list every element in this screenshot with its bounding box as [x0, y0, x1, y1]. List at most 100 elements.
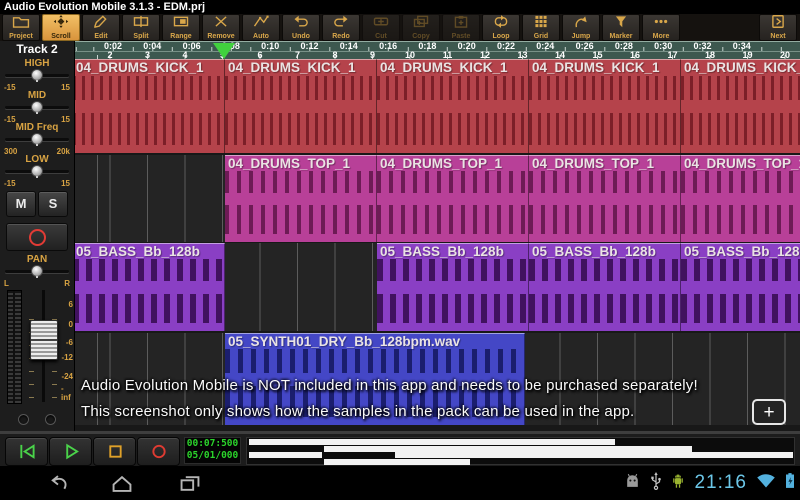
recents-button[interactable] [176, 474, 204, 493]
fader-scale: 60-6-12-24-inf [61, 288, 74, 404]
clip-label: 05_BASS_Bb_128b [76, 244, 200, 259]
home-button[interactable] [108, 474, 136, 493]
toolbar-button-marker[interactable]: Marker [602, 14, 640, 41]
ruler-time-label: 0:18 [418, 42, 436, 51]
toolbar-button-range[interactable]: Range [162, 14, 200, 41]
ruler-time-label: 0:20 [458, 42, 476, 51]
overview-segment-bass [395, 452, 793, 458]
disclaimer-line-2: This screenshot only shows how the sampl… [81, 403, 634, 420]
clip-label: 05_BASS_Bb_128b [684, 244, 800, 259]
stop-button[interactable] [93, 437, 136, 466]
panel-indicators [0, 414, 74, 425]
play-button[interactable] [49, 437, 92, 466]
audio-clip-drums-kick[interactable]: 04_DRUMS_KICK_1 [529, 59, 681, 153]
fader-handle[interactable] [30, 320, 58, 360]
marker-icon [612, 15, 630, 33]
waveform [225, 205, 376, 234]
copy-icon [412, 15, 430, 33]
play-from-start-button[interactable] [5, 437, 48, 466]
eq-slider-low: LOW-1515 [0, 154, 74, 186]
playhead-marker[interactable] [213, 43, 235, 59]
waveform [75, 294, 224, 324]
paste-icon [452, 15, 470, 33]
audio-clip-drums-kick[interactable]: 04_DRUMS_KICK_1 [75, 59, 225, 153]
track-row-drums-top: 04_DRUMS_TOP_1 04_DRUMS_TOP_1 04_DRUMS_TOP… [75, 155, 800, 242]
volume-fader[interactable] [27, 288, 59, 404]
toolbar-button-paste: Paste [442, 14, 480, 41]
title-bar: Audio Evolution Mobile 3.1.3 - EDM.prj [0, 0, 800, 14]
time-display-clock: 00:07:500 [185, 438, 240, 450]
eq-slider-mid-freq: MID Freq30020k [0, 122, 74, 154]
toolbar-button-next[interactable]: Next [759, 14, 797, 41]
audio-clip-bass[interactable]: 05_BASS_Bb_128b [377, 243, 529, 331]
record-button[interactable] [137, 437, 180, 466]
audio-clip-drums-top[interactable]: 04_DRUMS_TOP_1 [377, 155, 529, 242]
track-arrange-area: 05_SYNTH01_DRY_Bb_128bpm.wav05_BASS_Bb_1… [75, 59, 800, 431]
audio-clip-drums-top[interactable]: 04_DRUMS_TOP_1 [529, 155, 681, 242]
waveform [75, 259, 224, 282]
audio-clip-drums-top[interactable]: 04_DRUMS_TOP_1 [681, 155, 800, 242]
toolbar-button-split[interactable]: Split [122, 14, 160, 41]
audio-clip-drums-kick[interactable]: 04_DRUMS_KICK_1 [225, 59, 377, 153]
ruler-time-label: 0:24 [536, 42, 554, 51]
arm-record-button[interactable] [6, 223, 68, 251]
ruler-time-label: 0:26 [576, 42, 594, 51]
audio-clip-drums-kick[interactable]: 04_DRUMS_KICK_1 [681, 59, 800, 153]
waveform [377, 76, 528, 100]
audio-clip-drums-top[interactable]: 04_DRUMS_TOP_1 [225, 155, 377, 242]
waveform [377, 259, 528, 282]
waveform [377, 113, 528, 145]
toolbar-button-auto[interactable]: Auto [242, 14, 280, 41]
waveform [529, 259, 680, 282]
audio-clip-drums-kick[interactable]: 04_DRUMS_KICK_1 [377, 59, 529, 153]
waveform [377, 205, 528, 234]
android-robot-icon [671, 472, 685, 494]
waveform [377, 294, 528, 324]
toolbar-button-redo[interactable]: Redo [322, 14, 360, 41]
toolbar-button-loop[interactable]: Loop [482, 14, 520, 41]
folder-icon [12, 15, 30, 33]
waveform [529, 113, 680, 145]
audio-clip-bass[interactable]: 05_BASS_Bb_128b [681, 243, 800, 331]
waveform [681, 171, 800, 193]
toolbar-button-more[interactable]: More [642, 14, 680, 41]
overview-segment-drums-top [324, 446, 692, 452]
arrangement-overview[interactable] [246, 437, 795, 465]
waveform [225, 113, 376, 145]
ruler-time-label: 0:16 [379, 42, 397, 51]
toolbar-button-scroll[interactable]: Scroll [42, 14, 80, 41]
waveform [529, 171, 680, 193]
disclaimer-line-1: Audio Evolution Mobile is NOT included i… [81, 377, 698, 394]
audio-clip-bass[interactable]: 05_BASS_Bb_128b [529, 243, 681, 331]
waveform [681, 113, 800, 145]
time-ruler[interactable]: 0:020:040:060:080:100:120:140:160:180:20… [75, 41, 800, 59]
waveform [377, 171, 528, 193]
toolbar-button-edit[interactable]: Edit [82, 14, 120, 41]
toolbar-button-remove[interactable]: Remove [202, 14, 240, 41]
add-button[interactable]: + [752, 399, 786, 425]
toolbar-button-project[interactable]: Project [2, 14, 40, 41]
toolbar-button-grid[interactable]: Grid [522, 14, 560, 41]
next-icon [769, 15, 787, 33]
clip-label: 04_DRUMS_TOP_1 [228, 156, 350, 171]
overview-segment-bass [249, 452, 322, 458]
clip-label: 04_DRUMS_TOP_1 [380, 156, 502, 171]
toolbar-button-undo[interactable]: Undo [282, 14, 320, 41]
toolbar-button-cut: Cut [362, 14, 400, 41]
auto-icon [252, 15, 270, 33]
back-button[interactable] [44, 474, 72, 493]
remove-icon [212, 15, 230, 33]
clip-label: 05_BASS_Bb_128b [532, 244, 656, 259]
solo-button[interactable]: S [38, 191, 68, 217]
clip-label: 04_DRUMS_KICK_1 [76, 60, 204, 75]
clip-label: 04_DRUMS_TOP_1 [532, 156, 654, 171]
mute-button[interactable]: M [6, 191, 36, 217]
ruler-time-label: 0:22 [497, 42, 515, 51]
audio-clip-bass[interactable]: 05_BASS_Bb_128b [75, 243, 225, 331]
mute-solo-row: M S [0, 186, 74, 220]
clip-label: 04_DRUMS_KICK_1 [228, 60, 356, 75]
wifi-icon [756, 473, 776, 493]
time-display: 00:07:500 05/01/000 [184, 437, 241, 464]
waveform [225, 349, 524, 373]
toolbar-button-jump[interactable]: Jump [562, 14, 600, 41]
